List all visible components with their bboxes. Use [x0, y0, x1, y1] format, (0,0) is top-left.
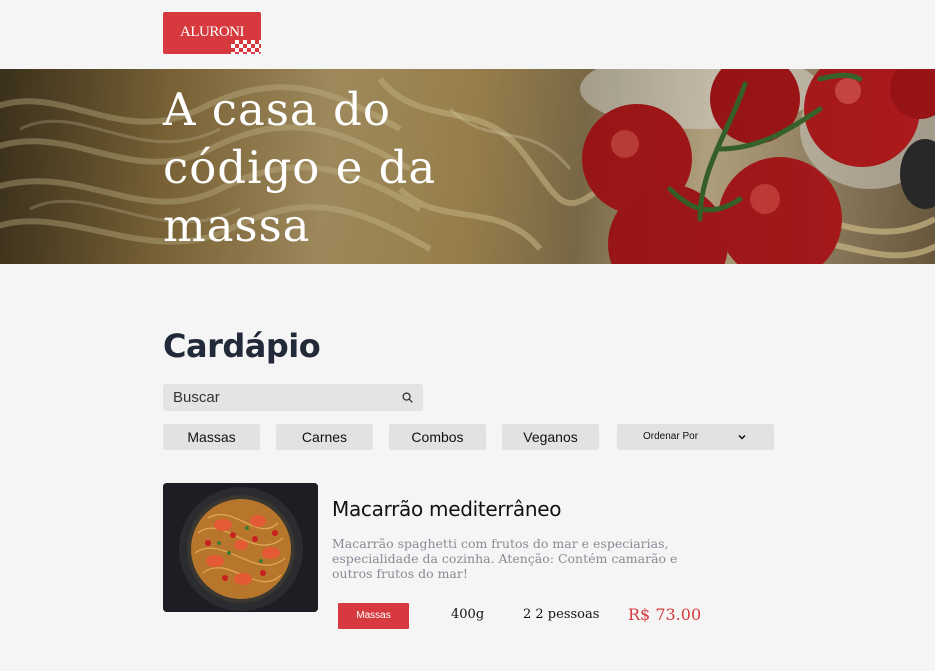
dish-size: 400g: [451, 607, 485, 622]
top-bar: ALURONI: [0, 0, 935, 69]
filter-combos[interactable]: Combos: [389, 424, 486, 450]
chevron-down-icon: [738, 434, 746, 440]
dish-name: Macarrão mediterrâneo: [332, 497, 562, 521]
sort-dropdown[interactable]: Ordenar Por: [617, 424, 774, 450]
filter-carnes[interactable]: Carnes: [276, 424, 373, 450]
hero-title: A casa do código e da massa: [163, 83, 437, 252]
dish-serving: 2 2 pessoas: [523, 607, 600, 622]
filter-veganos[interactable]: Veganos: [502, 424, 599, 450]
menu-title: Cardápio: [163, 327, 321, 365]
dish-price: R$ 73.00: [628, 605, 702, 624]
logo[interactable]: ALURONI: [163, 12, 261, 54]
logo-checker-pattern: [231, 40, 261, 54]
filter-massas[interactable]: Massas: [163, 424, 260, 450]
hero-overlay: [0, 69, 935, 264]
dish-description: Macarrão spaghetti com frutos do mar e e…: [332, 536, 678, 581]
dish-photo: [163, 483, 318, 612]
hero-banner: A casa do código e da massa: [0, 69, 935, 264]
search-icon[interactable]: [402, 392, 413, 403]
sort-label: Ordenar Por: [643, 431, 699, 442]
search-input[interactable]: [173, 384, 393, 411]
search-box[interactable]: [163, 384, 423, 411]
logo-text: ALURONI: [180, 24, 245, 40]
dish-image: [163, 483, 318, 612]
dish-category-badge: Massas: [338, 603, 409, 629]
